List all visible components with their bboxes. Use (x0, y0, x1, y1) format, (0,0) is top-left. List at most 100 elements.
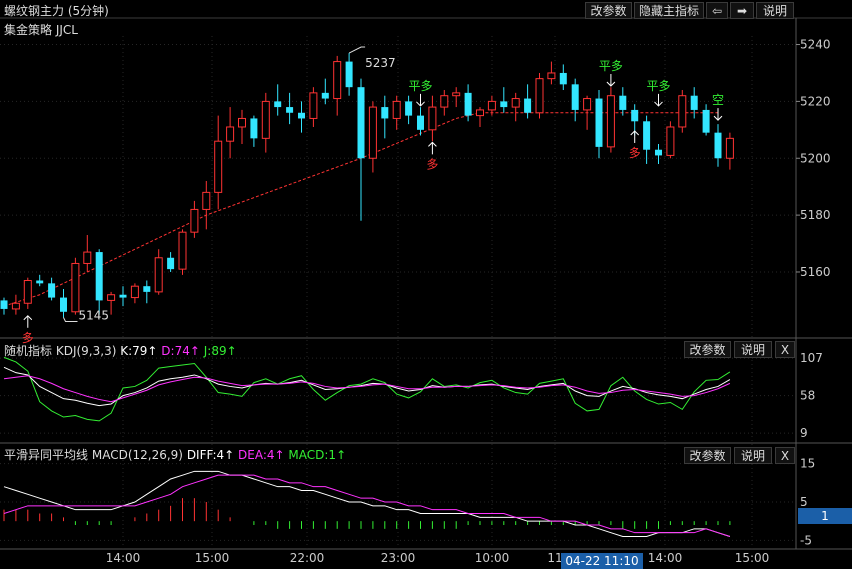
candle (298, 101, 305, 133)
macd-value-tag: 1 (798, 508, 852, 524)
chart-title: 螺纹钢主力 (5分钟) (4, 4, 109, 18)
change-params-button[interactable]: 改参数 (585, 2, 632, 19)
candle-body (95, 252, 103, 301)
candle (190, 200, 199, 238)
macd-close-icon[interactable]: X (775, 447, 795, 464)
kdj-tick-label: 107 (800, 351, 823, 365)
candle-body (725, 137, 734, 159)
candle (606, 87, 615, 153)
price-tick-label: 5240 (800, 38, 831, 52)
candle-body (571, 84, 579, 110)
candle-body (250, 118, 258, 139)
candle-body (357, 87, 365, 159)
candle (261, 92, 270, 153)
trade-signal: 多 (426, 141, 438, 171)
candle-body (274, 101, 282, 108)
kdj-tick-label: 9 (800, 426, 808, 440)
candle (23, 277, 32, 309)
candle-body (464, 92, 472, 116)
candle-body (452, 92, 461, 97)
candle-body (36, 280, 44, 284)
candle (417, 107, 424, 136)
candle-body (428, 106, 437, 131)
candle-body (405, 101, 413, 116)
signal-label: 平多 (408, 79, 432, 93)
candle-body (511, 98, 520, 108)
candle (368, 101, 377, 173)
kdj-j-line (3, 356, 731, 422)
candle-body (119, 294, 127, 298)
candle (524, 84, 532, 119)
time-tick-label: 22:00 (290, 551, 325, 565)
candle-body (190, 208, 199, 233)
candle (511, 92, 520, 122)
candle-body (154, 257, 163, 293)
candle-body (298, 112, 305, 119)
candle (333, 55, 342, 116)
next-arrow-icon[interactable]: ➡ (730, 2, 754, 19)
macd-diff-line (3, 470, 731, 537)
candles-layer (0, 53, 734, 318)
candle (274, 84, 282, 116)
candle-body (524, 98, 532, 113)
candle-body (71, 262, 80, 313)
kdj-k-value: K:79↑ (120, 344, 158, 358)
time-tick-label: 14:00 (648, 551, 683, 565)
candle (547, 61, 556, 85)
prev-arrow-icon[interactable]: ⇦ (706, 2, 728, 19)
candle (357, 78, 365, 221)
candle (119, 286, 127, 307)
strategy-label: 集金策略 JJCL (4, 23, 78, 37)
cursor-time-label: 04-22 11:10 (561, 553, 643, 569)
kdj-title: 随机指标 (4, 344, 53, 358)
low-marker-line (63, 317, 78, 322)
candle-body (226, 126, 235, 142)
candle (535, 72, 544, 119)
price-tick-label: 5220 (800, 94, 831, 108)
candle-body (595, 98, 603, 147)
candle-body (381, 107, 389, 119)
annotations-layer: 5237 5145 多 平多多 平多多 平多空 (22, 46, 724, 345)
macd-params: MACD(12,26,9) (91, 448, 183, 462)
candle-body (666, 126, 675, 156)
candle (178, 229, 187, 275)
candle-body (178, 231, 187, 270)
candle-body (345, 61, 353, 88)
candle-body (48, 283, 56, 298)
macd-layer (3, 470, 731, 537)
candle (48, 277, 56, 301)
macd-diff-value: DIFF:4↑ (186, 448, 235, 462)
signal-label: 多 (426, 157, 438, 171)
candle-body (107, 294, 116, 301)
chart-canvas: 14:00 15:00 22:00 23:00 10:00 11 14:00 15:00524… (0, 17, 852, 565)
signal-label: 平多 (599, 59, 623, 73)
candle (238, 109, 246, 145)
hide-main-indicator-button[interactable]: 隐藏主指标 (634, 2, 704, 19)
candle (690, 87, 698, 119)
candle-body (476, 109, 484, 117)
candle-body (690, 95, 698, 110)
macd-change-params-button[interactable]: 改参数 (684, 447, 731, 464)
macd-help-button[interactable]: 说明 (734, 447, 772, 464)
candle (0, 297, 8, 315)
kdj-help-button[interactable]: 说明 (734, 341, 772, 358)
candle (143, 280, 151, 304)
candle (476, 107, 484, 127)
candle-body (619, 95, 627, 110)
candle-body (487, 100, 496, 111)
candle-body (238, 117, 246, 128)
candle (83, 235, 92, 272)
kdj-change-params-button[interactable]: 改参数 (684, 341, 731, 358)
candle-body (547, 72, 556, 80)
candle-body (678, 95, 687, 128)
candle (452, 87, 461, 108)
macd-tick-label: -5 (800, 533, 812, 547)
candle-body (333, 61, 342, 100)
candle-body (214, 140, 223, 193)
trade-signal: 平多 (646, 79, 671, 107)
candle (321, 78, 329, 105)
candle-body (500, 101, 508, 108)
candle (666, 121, 675, 159)
help-button[interactable]: 说明 (756, 2, 794, 19)
kdj-close-icon[interactable]: X (775, 341, 795, 358)
